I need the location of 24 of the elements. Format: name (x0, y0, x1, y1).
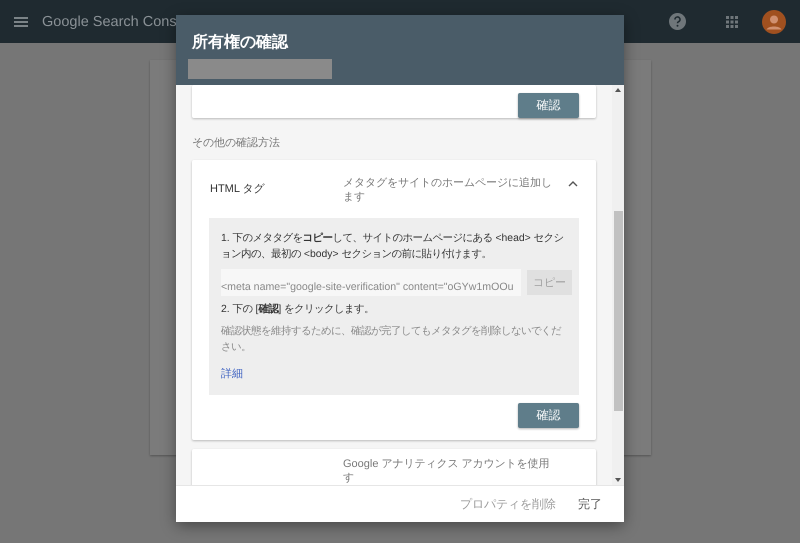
footer-button[interactable]: 完了 (570, 490, 610, 518)
chevron-up-icon[interactable] (568, 181, 578, 187)
help-icon[interactable] (669, 13, 686, 30)
details-link[interactable]: 詳細 (221, 366, 243, 381)
method-description: メタタグをサイトのホームページに追加します (343, 176, 553, 204)
scroll-down-icon[interactable] (615, 478, 621, 482)
section-label: その他の確認方法 (192, 136, 281, 150)
meta-tag-field[interactable]: <meta name="google-site-verification" content="oGYw1mOOu (221, 269, 521, 296)
apps-grid-icon[interactable] (726, 16, 738, 28)
app-title: Google Search Cons (42, 14, 177, 30)
dialog-title: 所有権の確認 (190, 32, 290, 53)
method-description: Google アナリティクス アカウントを使用す (343, 457, 551, 485)
verify-button[interactable]: 確認 (518, 93, 579, 118)
method-title: HTML タグ (210, 182, 266, 196)
scrollbar[interactable] (612, 85, 624, 485)
footer-button[interactable]: プロパティを削除 (452, 490, 564, 518)
note-text: 確認状態を維持するために、確認が完了してもメタタグを削除しないでください。 (221, 324, 562, 355)
scrollbar-thumb[interactable] (614, 211, 622, 411)
avatar-icon[interactable] (762, 10, 786, 34)
verify-button[interactable]: 確認 (518, 403, 579, 428)
menu-icon[interactable] (14, 16, 28, 26)
instruction-step: 1. 下のメタタグをコピーして、サイトのホームページにある <head> セクション内の、最初の <body> セクションの前に貼り付けます。 (221, 231, 567, 263)
scroll-up-icon[interactable] (615, 88, 621, 92)
instruction-step: 2. 下の [確認] をクリックします。 (221, 302, 567, 318)
